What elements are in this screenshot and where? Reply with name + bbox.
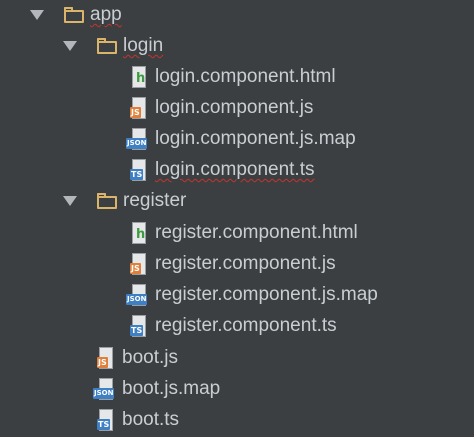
folder-icon <box>64 7 86 23</box>
tree-file-label: register.component.js <box>155 253 336 274</box>
tree-node-app[interactable]: app <box>30 0 122 30</box>
tree-node-label: register <box>123 190 187 211</box>
html-file-icon: h <box>130 66 148 88</box>
tree-file-boot-ts[interactable]: TS boot.ts <box>97 405 179 435</box>
tree-file-label: boot.js <box>122 347 178 368</box>
ts-file-icon: TS <box>130 159 148 181</box>
tree-file-register-ts[interactable]: TS register.component.ts <box>130 311 337 341</box>
tree-file-login-js-map[interactable]: JSON login.component.js.map <box>126 124 356 154</box>
folder-icon <box>97 193 119 209</box>
tree-file-login-html[interactable]: h login.component.html <box>130 62 336 92</box>
tree-node-label: login <box>123 35 164 56</box>
tree-file-register-js-map[interactable]: JSON register.component.js.map <box>126 280 378 310</box>
html-file-icon: h <box>130 222 148 244</box>
tree-file-boot-js[interactable]: JS boot.js <box>97 343 178 373</box>
tree-node-register[interactable]: register <box>63 186 186 216</box>
expand-arrow-icon[interactable] <box>63 196 77 206</box>
ts-file-icon: TS <box>130 315 148 337</box>
tree-file-login-ts[interactable]: TS login.component.ts <box>130 155 315 185</box>
json-file-icon: JSON <box>93 378 115 400</box>
tree-file-label: register.component.ts <box>155 315 337 336</box>
tree-file-label: login.component.html <box>155 66 336 87</box>
js-file-icon: JS <box>130 97 148 119</box>
tree-file-boot-js-map[interactable]: JSON boot.js.map <box>93 374 221 404</box>
js-file-icon: JS <box>130 253 148 275</box>
json-file-icon: JSON <box>126 284 148 306</box>
tree-file-register-js[interactable]: JS register.component.js <box>130 249 336 279</box>
tree-file-register-html[interactable]: h register.component.html <box>130 218 358 248</box>
project-tree: app login h login.component.html JS logi… <box>0 0 474 437</box>
tree-file-label: register.component.html <box>155 222 358 243</box>
tree-file-label: register.component.js.map <box>155 284 378 305</box>
folder-icon <box>97 38 119 54</box>
tree-file-label: login.component.ts <box>155 159 315 180</box>
tree-file-label: login.component.js.map <box>155 128 356 149</box>
tree-file-label: login.component.js <box>155 97 314 118</box>
expand-arrow-icon[interactable] <box>30 10 44 20</box>
expand-arrow-icon[interactable] <box>63 41 77 51</box>
tree-file-label: boot.js.map <box>122 378 221 399</box>
tree-node-login[interactable]: login <box>63 31 163 61</box>
tree-node-label: app <box>90 4 122 25</box>
js-file-icon: JS <box>97 347 115 369</box>
tree-file-login-js[interactable]: JS login.component.js <box>130 93 313 123</box>
tree-file-label: boot.ts <box>122 409 180 430</box>
json-file-icon: JSON <box>126 128 148 150</box>
ts-file-icon: TS <box>97 409 115 431</box>
